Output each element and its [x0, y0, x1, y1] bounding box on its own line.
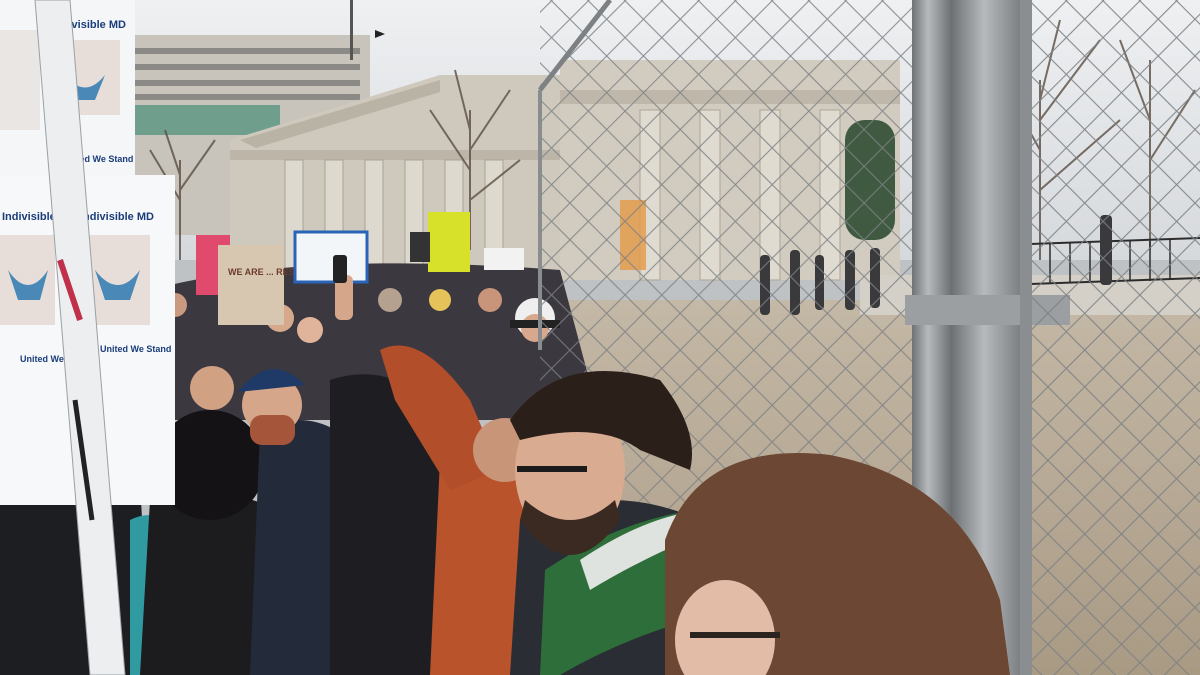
poster-mid-right-title: Indivisible MD: [80, 211, 154, 223]
poster-mid-right-slogan: United We Stand: [100, 344, 171, 354]
chain-link-fence-right: [1030, 0, 1200, 675]
photo-scene: WE ARE ... RESISTANCE Indivisible MD Uni…: [0, 0, 1200, 675]
photo-illustration: WE ARE ... RESISTANCE Indivisible MD Uni…: [0, 0, 1200, 675]
phone: [333, 255, 347, 283]
